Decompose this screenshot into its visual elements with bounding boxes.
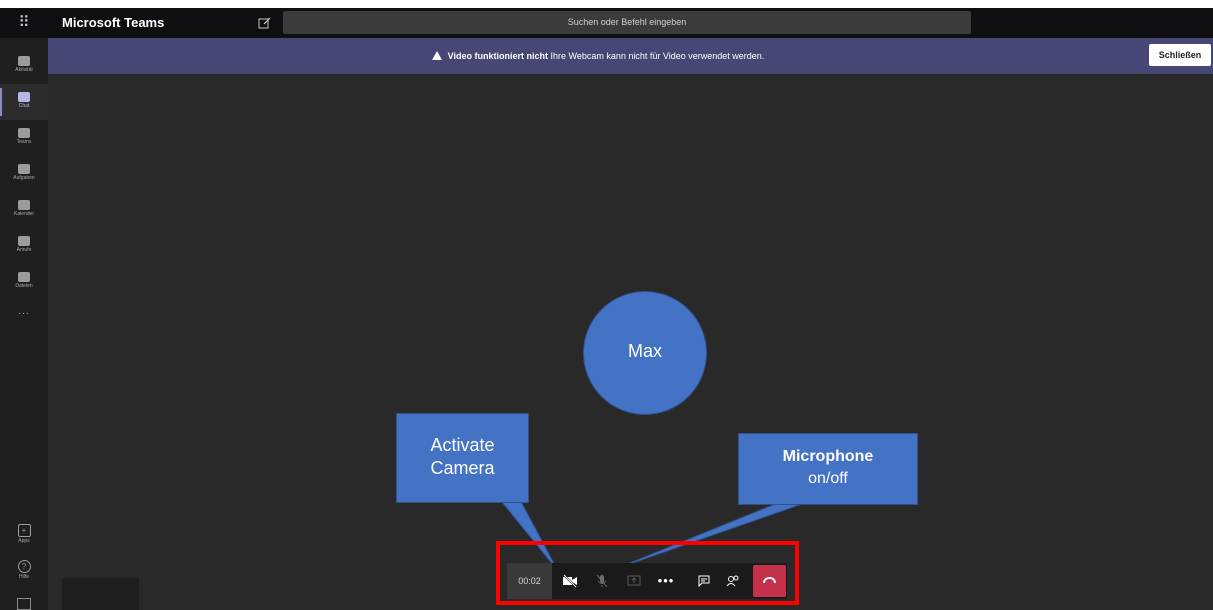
controls-highlight-box [496, 541, 799, 605]
microphone-callout: Microphone on/off [738, 433, 918, 505]
callout-pointers [495, 495, 826, 572]
camera-callout-line1: Activate [430, 435, 495, 455]
camera-callout: Activate Camera [396, 413, 529, 503]
camera-callout-line2: Camera [430, 458, 495, 478]
teams-window: ⠿ Microsoft Teams Suchen oder Befehl ein… [0, 8, 1213, 610]
microphone-callout-subtitle: on/off [808, 470, 848, 487]
microphone-callout-title: Microphone [782, 448, 874, 465]
